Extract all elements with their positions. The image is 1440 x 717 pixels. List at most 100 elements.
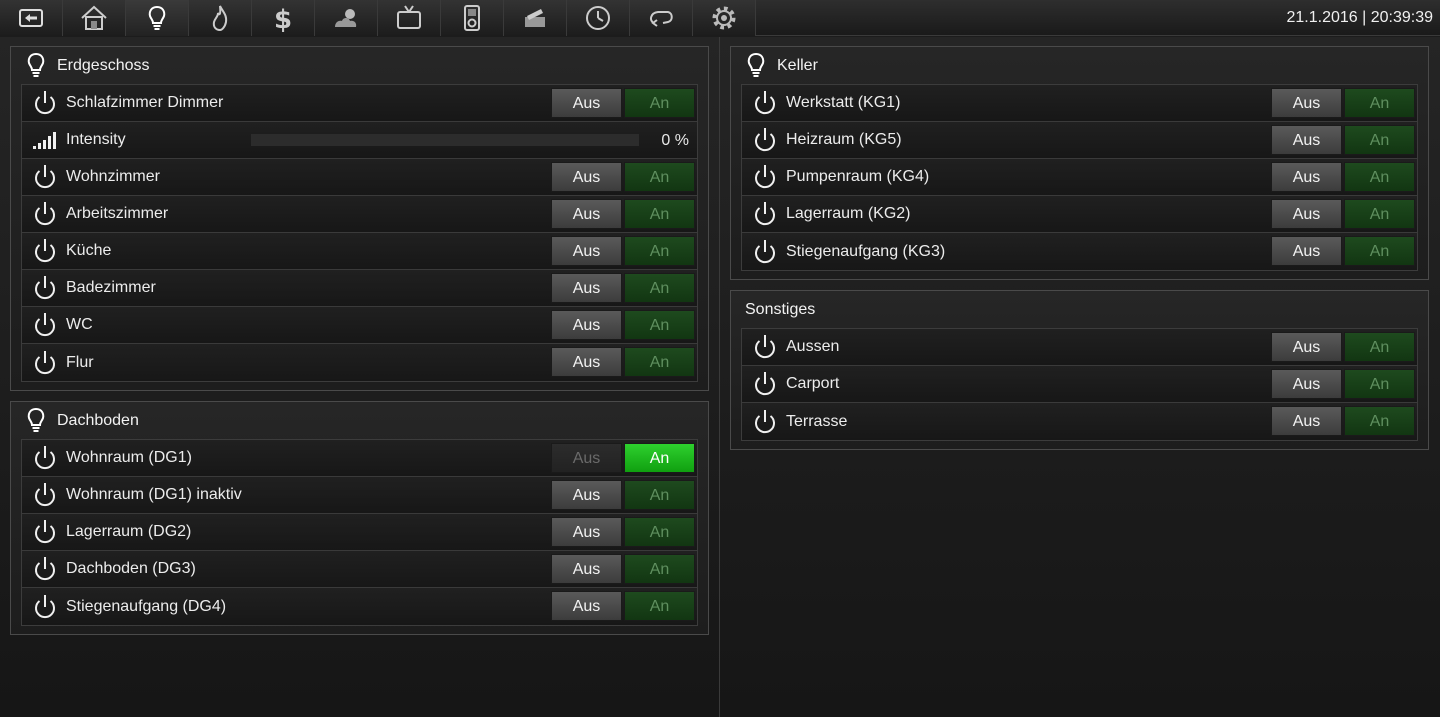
nav-settings-button[interactable] [693,0,756,36]
aus-button[interactable]: Aus [1271,406,1342,436]
aus-button[interactable]: Aus [551,554,622,584]
an-button[interactable]: An [1344,88,1415,118]
list-item: WC Aus An [22,307,697,344]
lightbulb-icon [27,407,45,432]
list-item: Flur Aus An [22,344,697,381]
nav-heating-button[interactable] [189,0,252,36]
nav-energy-button[interactable]: $ [252,0,315,36]
an-button[interactable]: An [624,517,695,547]
datetime-display: 21.1.2016 | 20:39:39 [1286,9,1433,26]
power-icon [35,313,55,337]
an-button[interactable]: An [624,480,695,510]
nav-back-button[interactable] [0,0,63,36]
aus-button[interactable]: Aus [551,517,622,547]
an-button[interactable]: An [624,591,695,621]
back-icon [19,9,43,27]
aus-button[interactable]: Aus [551,591,622,621]
list-item: Lagerraum (KG2) Aus An [742,196,1417,233]
aus-button[interactable]: Aus [551,443,622,473]
list-item: Terrasse Aus An [742,403,1417,440]
an-button[interactable]: An [624,443,695,473]
aus-button[interactable]: Aus [1271,332,1342,362]
aus-button[interactable]: Aus [551,199,622,229]
an-button[interactable]: An [624,554,695,584]
aus-button[interactable]: Aus [1271,88,1342,118]
list-item: Wohnraum (DG1) Aus An [22,440,697,477]
nav-tv-button[interactable] [378,0,441,36]
aus-button[interactable]: Aus [551,88,622,118]
aus-button[interactable]: Aus [551,236,622,266]
an-button[interactable]: An [1344,199,1415,229]
aus-button[interactable]: Aus [1271,236,1342,266]
lightbulb-icon [148,5,166,30]
aus-button[interactable]: Aus [551,480,622,510]
power-icon [755,128,775,152]
panel-title: Erdgeschoss [57,56,150,74]
flame-icon [212,5,228,32]
device-label: Wohnzimmer [66,168,160,185]
nav-mail-button[interactable] [504,0,567,36]
an-button[interactable]: An [624,310,695,340]
lightbulb-icon [747,52,765,77]
nav-weather-button[interactable] [315,0,378,36]
an-button[interactable]: An [1344,332,1415,362]
nav-light-button[interactable] [126,0,189,36]
an-button[interactable]: An [624,273,695,303]
device-list: Werkstatt (KG1) Aus An Heizraum (KG5) Aus… [741,84,1418,271]
power-icon [755,335,775,359]
nav-home-button[interactable] [63,0,126,36]
device-label: Intensity [66,131,126,148]
mail-icon [525,9,545,27]
an-button[interactable]: An [1344,406,1415,436]
panel-title: Sonstiges [745,300,816,318]
list-item: Heizraum (KG5) Aus An [742,122,1417,159]
list-item: Stiegenaufgang (KG3) Aus An [742,233,1417,270]
nav-scenes-button[interactable] [630,0,693,36]
aus-button[interactable]: Aus [1271,162,1342,192]
an-button[interactable]: An [624,162,695,192]
an-button[interactable]: An [1344,369,1415,399]
aus-button[interactable]: Aus [551,273,622,303]
an-button[interactable]: An [624,236,695,266]
panel-sonstiges: Sonstiges Aussen Aus An Carport Aus An Ter… [730,290,1429,450]
device-label: Pumpenraum (KG4) [786,168,930,185]
device-label: Lagerraum (DG2) [66,523,192,540]
aus-button[interactable]: Aus [1271,125,1342,155]
device-list: Wohnraum (DG1) Aus An Wohnraum (DG1) inak… [21,439,698,626]
column-divider [719,37,720,717]
an-button[interactable]: An [1344,162,1415,192]
top-toolbar: $ 21.1.2016 | 20:39:39 [0,0,1440,36]
device-label: Aussen [786,338,840,355]
aus-button[interactable]: Aus [1271,369,1342,399]
list-item: Stiegenaufgang (DG4) Aus An [22,588,697,625]
nav-timer-button[interactable] [567,0,630,36]
power-icon [35,557,55,581]
an-button[interactable]: An [624,88,695,118]
aus-button[interactable]: Aus [551,347,622,377]
an-button[interactable]: An [624,199,695,229]
aus-button[interactable]: Aus [551,310,622,340]
svg-text:$: $ [274,5,292,33]
dollar-icon: $ [274,5,292,33]
power-icon [35,483,55,507]
aus-button[interactable]: Aus [551,162,622,192]
list-item: Lagerraum (DG2) Aus An [22,514,697,551]
an-button[interactable]: An [1344,125,1415,155]
power-icon [35,276,55,300]
device-label: Carport [786,375,840,392]
intensity-slider[interactable] [251,134,639,146]
power-icon [755,202,775,226]
tv-icon [397,5,421,29]
panel-keller: Keller Werkstatt (KG1) Aus An Heizraum (K… [730,46,1429,280]
power-icon [35,350,55,374]
an-button[interactable]: An [624,347,695,377]
device-label: Lagerraum (KG2) [786,205,911,222]
power-icon [755,91,775,115]
device-list: Schlafzimmer Dimmer Aus An Intensity 0 % … [21,84,698,382]
list-item: Aussen Aus An [742,329,1417,366]
aus-button[interactable]: Aus [1271,199,1342,229]
power-icon [755,165,775,189]
an-button[interactable]: An [1344,236,1415,266]
list-item: Carport Aus An [742,366,1417,403]
nav-media-button[interactable] [441,0,504,36]
